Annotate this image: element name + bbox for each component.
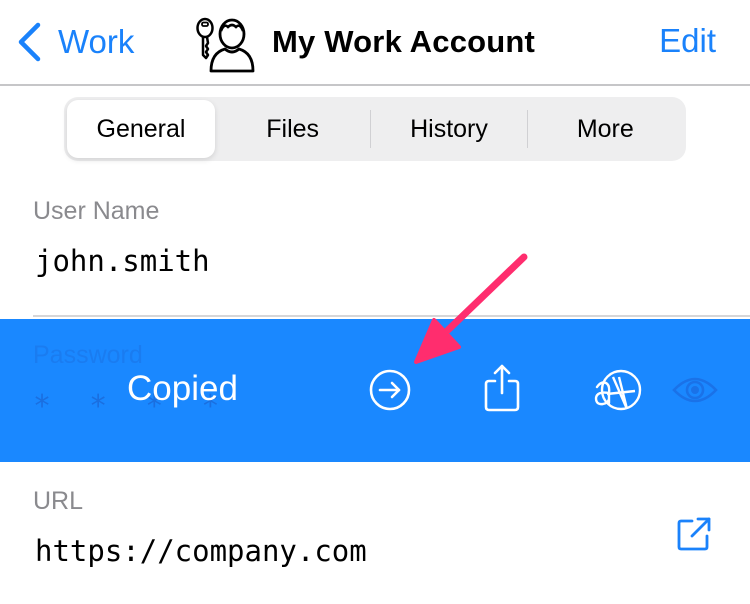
chevron-left-icon [18, 22, 41, 62]
back-button[interactable]: Work [16, 18, 134, 66]
tab-files[interactable]: Files [215, 100, 370, 158]
url-label: URL [33, 487, 84, 515]
page-title: My Work Account [272, 24, 536, 59]
url-value[interactable]: https://company.com [35, 534, 367, 568]
divider [33, 315, 750, 317]
tab-general[interactable]: General [67, 100, 215, 158]
back-button-label: Work [58, 23, 135, 60]
section-tabs: General Files History More [64, 97, 686, 161]
username-value[interactable]: john.smith [35, 244, 210, 278]
copied-banner: Password * * * * Copied [0, 319, 750, 462]
arrow-circle-right-icon[interactable] [369, 369, 411, 411]
tab-files-label: Files [266, 114, 320, 143]
font-size-icon[interactable] [593, 367, 643, 413]
copied-message: Copied [127, 369, 238, 408]
edit-button[interactable]: Edit [659, 22, 716, 60]
tab-more[interactable]: More [528, 100, 683, 158]
open-external-icon[interactable] [676, 516, 712, 552]
eye-icon[interactable] [672, 374, 718, 406]
share-icon[interactable] [483, 363, 521, 413]
user-key-icon [196, 17, 255, 73]
navigation-bar: Work My Work Account Edit [0, 0, 750, 86]
tab-general-label: General [96, 114, 186, 143]
tab-history[interactable]: History [371, 100, 526, 158]
annotation-arrow [414, 253, 528, 364]
page-title-group: My Work Account [194, 10, 535, 74]
username-label: User Name [33, 197, 160, 225]
password-label: Password [33, 341, 143, 369]
tab-more-label: More [576, 114, 634, 143]
tab-history-label: History [410, 114, 488, 143]
